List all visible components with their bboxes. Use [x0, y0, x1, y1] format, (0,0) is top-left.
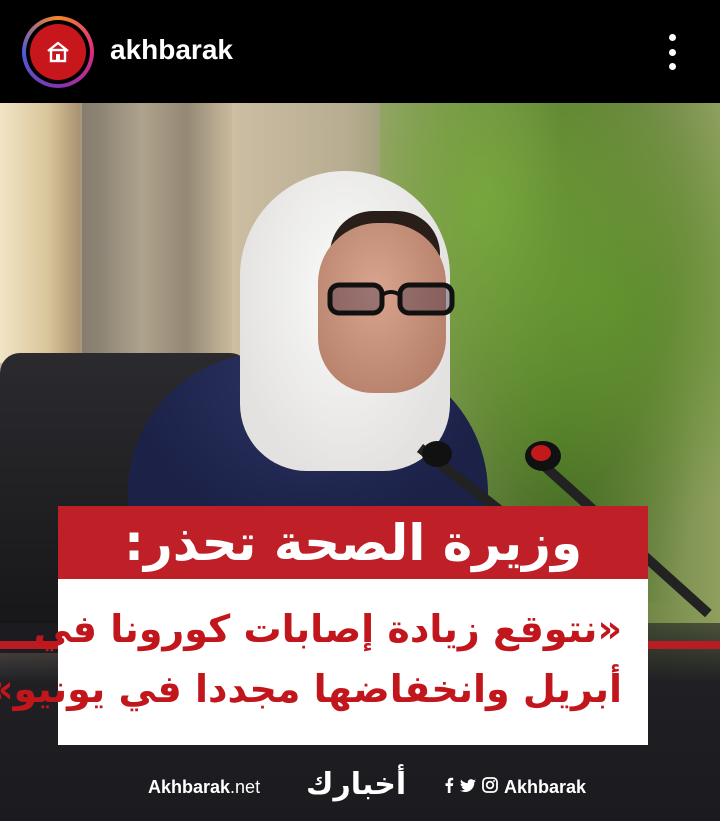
- instagram-post-screen: akhbarak وزيرة الصحة تحذر: «نتوقع زيادة …: [0, 0, 720, 821]
- quote-line: «نتوقع زيادة إصابات كورونا في: [33, 607, 622, 651]
- house-icon: [47, 41, 69, 63]
- post-footer: Akhbarak.net أخبارك Akhbarak: [0, 761, 720, 821]
- social-handle-text: Akhbarak: [504, 777, 587, 797]
- microphone-head: [422, 441, 452, 467]
- instagram-icon: [482, 777, 498, 798]
- headline-text: وزيرة الصحة تحذر:: [123, 513, 583, 572]
- post-image[interactable]: وزيرة الصحة تحذر: «نتوقع زيادة إصابات كو…: [0, 103, 720, 821]
- quote-box: «نتوقع زيادة إصابات كورونا في أبريل وانخ…: [0, 579, 648, 745]
- post-header: akhbarak: [0, 0, 720, 103]
- quote-line: أبريل وانخفاضها مجددا في يونيو»: [0, 667, 622, 711]
- avatar-story-ring[interactable]: [22, 16, 94, 88]
- curtain: [0, 103, 80, 363]
- headline-banner: وزيرة الصحة تحذر:: [58, 506, 648, 579]
- microphone-head: [525, 441, 561, 471]
- glasses: [327, 282, 455, 316]
- avatar[interactable]: [30, 24, 86, 80]
- brand-logo: أخبارك: [306, 767, 407, 802]
- site-url: Akhbarak.net: [148, 777, 261, 797]
- twitter-icon: [460, 777, 476, 798]
- accent-strip: [648, 641, 720, 649]
- more-vertical-icon[interactable]: [656, 30, 688, 74]
- username[interactable]: akhbarak: [110, 32, 233, 68]
- facebook-icon: [444, 777, 454, 798]
- social-handle: Akhbarak: [444, 777, 586, 798]
